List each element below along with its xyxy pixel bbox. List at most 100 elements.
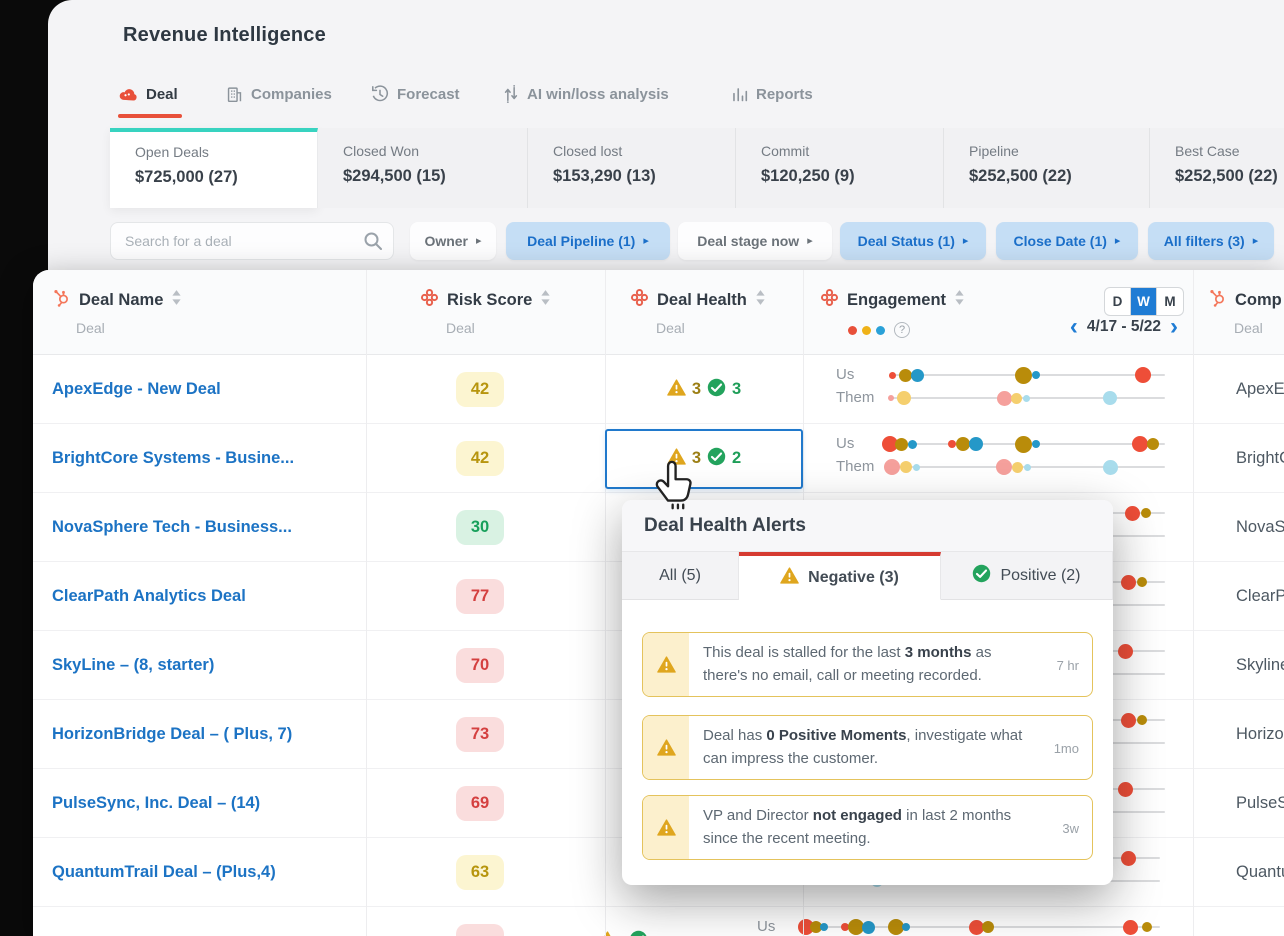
search-input[interactable] [110,222,394,260]
engagement-dot-red [948,440,956,448]
engagement-dot-red [888,371,896,379]
company-link[interactable]: Quantum [1236,838,1284,907]
engagement-us-label: Us [836,435,855,452]
column-divider [366,270,367,936]
alert-strip [643,633,689,696]
column-subtitle: Deal [1234,320,1263,336]
engagement-dot-blue [907,439,917,449]
summary-card-open-deals[interactable]: Open Deals $725,000 (27) [110,128,318,208]
screenshot-root: Revenue Intelligence Deal Companies Foreca… [0,0,1284,936]
column-header-engagement[interactable]: Engagement [820,288,965,312]
deal-name-link[interactable]: QuantumTrail Deal – (Plus,4) [52,838,276,907]
period-option-w[interactable]: W [1131,288,1157,315]
nav-tab-label: Deal [146,85,178,103]
risk-score-badge: 42 [456,441,504,476]
chevron-right-icon: ▸ [1252,235,1259,247]
summary-card-best-case[interactable]: Best Case $252,500 (22) [1150,128,1284,208]
popup-tab-all-5[interactable]: All (5) [622,552,739,600]
deal-name-link[interactable]: PulseSync, Inc. Deal – (14) [52,769,260,838]
sort-icon[interactable] [540,289,551,311]
chevron-right-icon[interactable]: › [1170,315,1178,339]
filter-chip-deal-pipeline-1[interactable]: Deal Pipeline (1) ▸ [506,222,670,260]
popup-tab-positive-2[interactable]: Positive (2) [941,552,1113,600]
summary-card-closed-lost[interactable]: Closed lost $153,290 (13) [528,128,736,208]
popup-tab-negative-3[interactable]: Negative (3) [739,552,941,600]
summary-card-pipeline[interactable]: Pipeline $252,500 (22) [944,128,1150,208]
check-icon [629,930,648,936]
risk-score-badge: 42 [456,372,504,407]
sort-icon[interactable] [954,289,965,311]
deal-name-link[interactable]: NovaSphere Tech - Business... [52,493,292,562]
engagement-dot-yellow [897,391,911,405]
company-link[interactable]: NovaSphe [1236,493,1284,562]
column-header-risk-score[interactable]: Risk Score [420,288,551,312]
sort-icon[interactable] [755,289,766,311]
deal-name-link[interactable]: SkyLine – (8, starter) [52,631,214,700]
risk-score-badge: 77 [456,579,504,614]
filter-chip-close-date-1[interactable]: Close Date (1) ▸ [996,222,1138,260]
company-link[interactable]: ClearPath [1236,562,1284,631]
nav-tab-deal[interactable]: Deal [118,82,178,106]
engagement-dot-lightblue [1022,394,1030,402]
chevron-right-icon: ▸ [476,235,482,247]
risk-score-badge: 73 [456,717,504,752]
positive-count: 3 [732,380,742,398]
date-range-nav: ‹ 4/17 - 5/22 › [1033,315,1178,339]
column-header-deal-name[interactable]: Deal Name [52,288,182,312]
page-title: Revenue Intelligence [123,24,326,46]
filter-chip-owner[interactable]: Owner ▸ [410,222,496,260]
deal-health-cell[interactable]: 33 [605,355,803,424]
nav-tab-ai-win-loss-analysis[interactable]: AI win/loss analysis [503,82,669,106]
deal-health-alerts-popup: Deal Health Alerts All (5) Negative (3) Po… [622,500,1113,885]
alert-card: This deal is stalled for the last 3 mont… [642,632,1093,697]
reports-icon [731,86,748,103]
deal-health-cell[interactable] [551,907,701,936]
summary-card-commit[interactable]: Commit $120,250 (9) [736,128,944,208]
chevron-right-icon: ▸ [643,235,649,247]
summary-card-closed-won[interactable]: Closed Won $294,500 (15) [318,128,528,208]
company-link[interactable]: HorizonB [1236,700,1284,769]
help-icon[interactable]: ? [894,322,910,338]
selected-deal-health-cell[interactable] [605,429,803,489]
company-link[interactable]: Skyline [1236,631,1284,700]
alert-text: This deal is stalled for the last 3 mont… [703,644,992,684]
deal-name-link[interactable]: ApexEdge - New Deal [52,355,221,424]
period-option-m[interactable]: M [1157,288,1183,315]
engagement-dot-blue [969,437,983,451]
engagement-dot-red [1122,919,1138,935]
column-title: Comp [1235,290,1282,309]
column-header-comp[interactable]: Comp [1208,288,1282,312]
popup-tab-label: Positive (2) [1000,566,1081,584]
card-value: $153,290 (13) [553,167,656,185]
nav-tab-reports[interactable]: Reports [731,82,813,106]
nav-tab-label: Forecast [397,85,460,103]
engagement-dot-gold [1141,508,1151,518]
chevron-left-icon[interactable]: ‹ [1070,315,1078,339]
company-link[interactable]: ApexEdge [1236,355,1284,424]
risk-score-badge: 70 [456,648,504,683]
risk-score-badge: 63 [456,855,504,890]
nav-tab-companies[interactable]: Companies [226,82,332,106]
engagement-dot-red [1120,850,1136,866]
filter-chip-deal-stage-now[interactable]: Deal stage now ▸ [678,222,832,260]
nav-tab-forecast[interactable]: Forecast [371,82,460,106]
engagement-dot-red [1135,367,1151,383]
card-value: $120,250 (9) [761,167,855,185]
filter-chip-deal-status-1[interactable]: Deal Status (1) ▸ [840,222,986,260]
column-header-deal-health[interactable]: Deal Health [630,288,766,312]
deal-name-link[interactable]: BrightCore Systems - Busine... [52,424,294,493]
company-link[interactable]: BrightCor [1236,424,1284,493]
popup-tabs: All (5) Negative (3) Positive (2) [622,552,1113,600]
freddy-icon [630,288,649,312]
filter-chip-all-filters-3[interactable]: All filters (3) ▸ [1148,222,1274,260]
engagement-dot-blue [1032,440,1040,448]
sort-icon[interactable] [171,289,182,311]
deal-name-link[interactable]: HorizonBridge Deal – ( Plus, 7) [52,700,292,769]
company-link[interactable]: PulseSync [1236,769,1284,838]
card-label: Closed Won [343,143,420,159]
engagement-dot-yellow [900,461,912,473]
freddy-icon [820,288,839,312]
column-subtitle: Deal [656,320,685,336]
period-option-d[interactable]: D [1105,288,1131,315]
deal-name-link[interactable]: ClearPath Analytics Deal [52,562,246,631]
